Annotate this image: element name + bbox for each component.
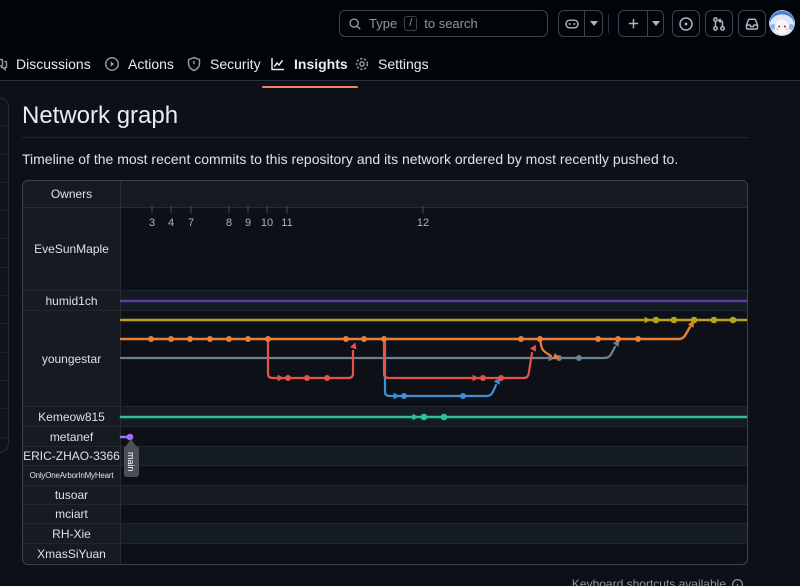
copilot-split-button [558, 10, 603, 37]
keyboard-shortcuts-label: Keyboard shortcuts available [572, 577, 726, 586]
caret-down-icon [590, 21, 598, 26]
search-input[interactable]: Type / to search [339, 10, 548, 37]
owner-link-Kemeow815[interactable]: Kemeow815 [23, 407, 121, 426]
graph-area-EveSunMaple[interactable] [121, 208, 747, 290]
search-placeholder-prefix: Type [369, 16, 397, 31]
graph-area-tusoar[interactable] [121, 486, 747, 504]
cropped-side-panel [0, 97, 9, 453]
search-icon [348, 17, 362, 31]
graph-area-ERIC-ZHAO-3366[interactable] [121, 447, 747, 465]
owner-link-youngestar[interactable]: youngestar [23, 311, 121, 406]
owner-link-OnlyOneArborInMyHeart[interactable]: OnlyOneArborInMyHeart [23, 466, 121, 485]
owner-link-XmasSiYuan[interactable]: XmasSiYuan [23, 544, 121, 563]
inbox-icon [744, 16, 760, 32]
git-pull-request-icon [711, 16, 727, 32]
owner-link-mciart[interactable]: mciart [23, 505, 121, 523]
tab-security[interactable]: Security [186, 52, 261, 76]
tab-label: Discussions [16, 56, 91, 72]
owner-link-humid1ch[interactable]: humid1ch [23, 291, 121, 310]
inbox-button[interactable] [738, 10, 766, 37]
page-description: Timeline of the most recent commits to t… [22, 151, 678, 167]
graph-area-Kemeow815[interactable] [121, 407, 747, 426]
tab-actions[interactable]: Actions [104, 52, 174, 76]
search-placeholder-suffix: to search [424, 16, 477, 31]
tab-settings[interactable]: Settings [354, 52, 429, 76]
pull-requests-button[interactable] [705, 10, 733, 37]
owner-row-EveSunMaple: EveSunMaple [23, 208, 747, 291]
create-new-split-button [618, 10, 664, 37]
graph-area-XmasSiYuan[interactable] [121, 544, 747, 563]
info-icon [731, 578, 744, 586]
owners-header-cell: Owners [23, 181, 121, 207]
comment-discussion-icon [0, 56, 8, 72]
create-new-button[interactable] [619, 11, 647, 36]
shield-icon [186, 56, 202, 72]
owners-header-row: Owners [23, 181, 747, 208]
tab-label: Insights [294, 56, 348, 72]
graph-area-RH-Xie[interactable] [121, 524, 747, 543]
tab-insights[interactable]: Insights [270, 52, 348, 76]
avatar[interactable] [769, 10, 795, 36]
page-title: Network graph [22, 102, 178, 130]
tab-label: Settings [378, 56, 429, 72]
owner-row-youngestar: youngestar [23, 311, 747, 407]
owner-link-ERIC-ZHAO-3366[interactable]: ERIC-ZHAO-3366 [23, 447, 121, 465]
owner-row-humid1ch: humid1ch [23, 291, 747, 311]
owner-link-tusoar[interactable]: tusoar [23, 486, 121, 504]
graph-area-humid1ch[interactable] [121, 291, 747, 310]
title-divider [22, 137, 748, 138]
plus-icon [626, 16, 641, 31]
owner-link-metanef[interactable]: metanef [23, 427, 121, 446]
play-icon [104, 56, 120, 72]
owner-row-tusoar: tusoar [23, 486, 747, 505]
tab-label: Actions [128, 56, 174, 72]
copilot-icon [564, 16, 580, 32]
header-divider [608, 14, 609, 33]
slash-key-hint: / [404, 16, 417, 31]
keyboard-shortcuts-link[interactable]: Keyboard shortcuts available [572, 577, 744, 586]
owner-row-XmasSiYuan: XmasSiYuan [23, 544, 747, 563]
repo-tab-bar: Discussions Actions Security Insights Settin… [0, 46, 800, 81]
caret-down-icon [652, 21, 660, 26]
create-new-menu-button[interactable] [647, 11, 663, 36]
tab-label: Security [210, 56, 261, 72]
graph-area-mciart[interactable] [121, 505, 747, 523]
tooltip-arrow-icon [126, 439, 136, 446]
tab-discussions[interactable]: Discussions [0, 52, 91, 76]
owner-link-EveSunMaple[interactable]: EveSunMaple [23, 208, 121, 290]
issue-opened-icon [678, 16, 694, 32]
graph-icon [270, 56, 286, 72]
site-header: Type / to search [0, 0, 800, 81]
branch-label: main [124, 446, 139, 477]
graph-area-youngestar[interactable] [121, 311, 747, 406]
branch-label-tooltip: main [123, 439, 139, 477]
owner-row-Kemeow815: Kemeow815 [23, 407, 747, 427]
owner-row-mciart: mciart [23, 505, 747, 524]
owner-link-RH-Xie[interactable]: RH-Xie [23, 524, 121, 543]
copilot-menu-button[interactable] [584, 11, 602, 36]
copilot-button[interactable] [559, 11, 584, 36]
owner-row-RH-Xie: RH-Xie [23, 524, 747, 544]
graph-area-OnlyOneArborInMyHeart[interactable] [121, 466, 747, 485]
network-graph-table: Owners EveSunMaplehumid1chyoungestarKeme… [22, 180, 748, 565]
graph-area-metanef[interactable] [121, 427, 747, 446]
gear-icon [354, 56, 370, 72]
issues-button[interactable] [672, 10, 700, 37]
